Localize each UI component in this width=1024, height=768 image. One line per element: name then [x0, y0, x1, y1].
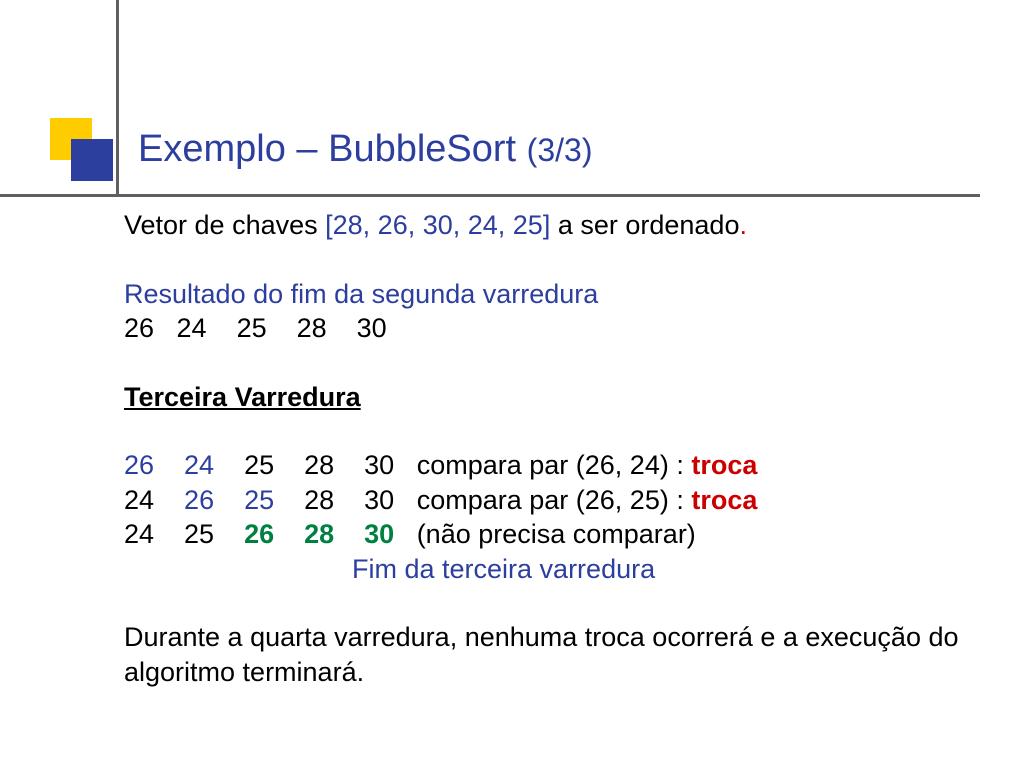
- line2-rest: 28 30 compara par (26, 25) :: [274, 485, 691, 515]
- title-part: (3/3): [527, 132, 593, 168]
- line1-rest: 25 28 30 compara par (26, 24) :: [214, 450, 691, 480]
- intro-dot: .: [739, 210, 747, 240]
- slide-title: Exemplo – BubbleSort (3/3): [138, 128, 592, 171]
- compare-pair: 26 25: [184, 485, 274, 515]
- intro-suffix: a ser ordenado: [550, 210, 739, 240]
- blank-row: [124, 414, 974, 448]
- third-pass-line2: 24 26 25 28 30 compara par (26, 25) : tr…: [124, 483, 974, 518]
- third-pass-line3: 24 25 26 28 30 (não precisa comparar): [124, 517, 974, 552]
- third-pass-heading: Terceira Varredura: [124, 380, 974, 415]
- second-pass-values: 26 24 25 28 30: [124, 311, 974, 346]
- intro-prefix: Vetor de chaves: [124, 210, 325, 240]
- blue-square-icon: [71, 139, 113, 181]
- line2-prefix: 24: [124, 485, 184, 515]
- third-pass-line1: 26 24 25 28 30 compara par (26, 24) : tr…: [124, 448, 974, 483]
- blank-row: [124, 346, 974, 380]
- blank-row: [124, 243, 974, 277]
- horizontal-rule: [0, 194, 980, 197]
- intro-line: Vetor de chaves [28, 26, 30, 24, 25] a s…: [124, 208, 974, 243]
- intro-vector: [28, 26, 30, 24, 25]: [325, 210, 550, 240]
- vertical-rule: [116, 0, 119, 197]
- action-troca: troca: [691, 485, 757, 515]
- line3-rest: (não precisa comparar): [394, 519, 696, 549]
- line3-prefix: 24 25: [124, 519, 244, 549]
- final-note: Durante a quarta varredura, nenhuma troc…: [124, 620, 974, 689]
- sorted-tail: 26 28 30: [244, 519, 394, 549]
- second-pass-label: Resultado do fim da segunda varredura: [124, 277, 974, 312]
- title-main: Exemplo – BubbleSort: [138, 128, 527, 170]
- compare-pair: 26 24: [124, 450, 214, 480]
- third-pass-end: Fim da terceira varredura: [124, 552, 974, 587]
- action-troca: troca: [691, 450, 757, 480]
- slide-body: Vetor de chaves [28, 26, 30, 24, 25] a s…: [124, 208, 974, 689]
- slide: Exemplo – BubbleSort (3/3) Vetor de chav…: [0, 0, 1024, 768]
- blank-row: [124, 586, 974, 620]
